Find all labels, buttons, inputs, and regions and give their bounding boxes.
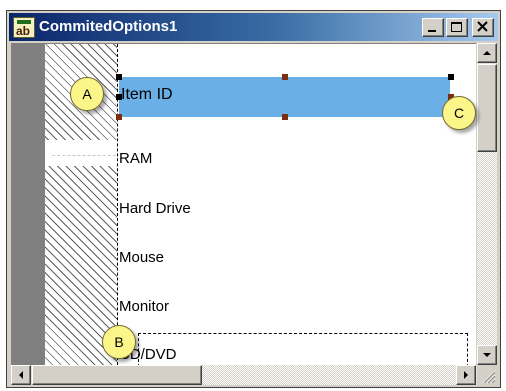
scroll-down-button[interactable]	[477, 345, 497, 365]
horizontal-scrollbar[interactable]	[11, 365, 477, 385]
resize-handle-bottom-left[interactable]	[116, 114, 122, 120]
gap-guide-line	[52, 155, 116, 156]
maximize-button[interactable]	[446, 18, 468, 37]
horizontal-scroll-thumb[interactable]	[32, 365, 202, 385]
field-label-mouse[interactable]: Mouse	[119, 249, 164, 266]
resize-handle-bottom-center[interactable]	[282, 114, 288, 120]
report-window: ab CommitedOptions1 Item ID RAM Hard Dri…	[6, 10, 501, 388]
title-bar[interactable]: ab CommitedOptions1	[9, 13, 498, 41]
window-title: CommitedOptions1	[39, 18, 178, 35]
margin-gap	[45, 140, 117, 166]
close-button[interactable]	[472, 18, 494, 37]
resize-handle-top-right[interactable]	[448, 74, 454, 80]
field-label-monitor[interactable]: Monitor	[119, 298, 169, 315]
dashed-selection-rectangle	[138, 333, 468, 365]
section-bar	[12, 44, 45, 365]
vertical-scroll-thumb[interactable]	[477, 64, 497, 152]
scroll-right-button[interactable]	[456, 365, 476, 385]
minimize-button[interactable]	[422, 18, 444, 37]
resize-handle-top-left[interactable]	[116, 74, 122, 80]
resize-handle-top-center[interactable]	[282, 74, 288, 80]
resize-grip-icon[interactable]	[477, 365, 497, 385]
label-tool-icon: ab	[13, 17, 35, 38]
scroll-left-button[interactable]	[11, 365, 31, 385]
margin-guide-line	[117, 44, 118, 365]
resize-handle-middle-left[interactable]	[116, 94, 122, 100]
callout-a: A	[70, 77, 104, 111]
field-label-hard-drive[interactable]: Hard Drive	[119, 200, 191, 217]
field-label-ram[interactable]: RAM	[119, 150, 152, 167]
horizontal-scroll-track[interactable]	[202, 365, 456, 385]
vertical-scroll-track[interactable]	[477, 152, 497, 345]
vertical-scrollbar[interactable]	[477, 43, 497, 365]
svg-text:ab: ab	[16, 24, 30, 37]
field-label-item-id[interactable]: Item ID	[121, 86, 173, 104]
callout-b: B	[102, 325, 136, 359]
callout-c: C	[442, 96, 476, 130]
scroll-up-button[interactable]	[477, 43, 497, 63]
